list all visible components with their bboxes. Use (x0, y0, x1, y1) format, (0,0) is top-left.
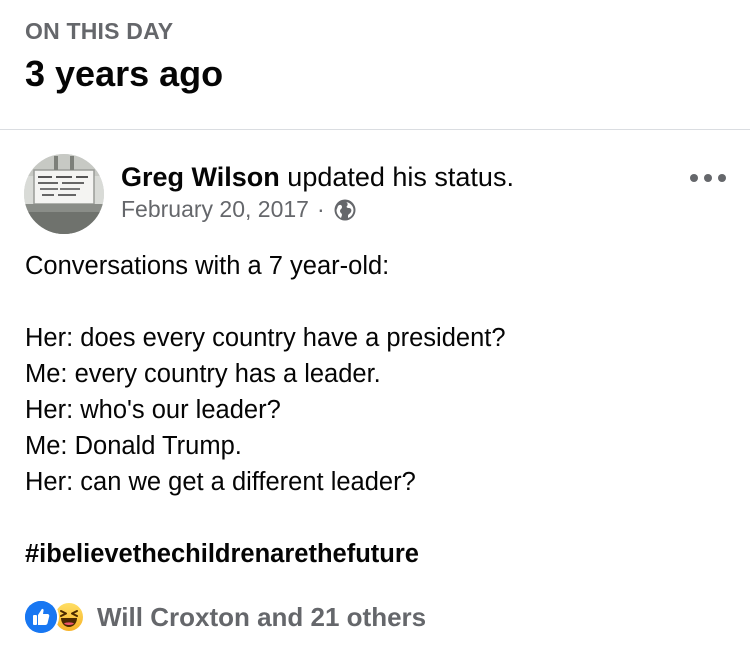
author-name[interactable]: Greg Wilson (121, 162, 280, 192)
memory-label: ON THIS DAY (25, 18, 174, 44)
hashtag-link[interactable]: #ibelievethechildrenarethefuture (25, 536, 725, 572)
post-header: Greg Wilson updated his status. (121, 160, 514, 194)
section-divider (0, 129, 750, 130)
memory-headline: 3 years ago (25, 53, 224, 94)
memory-header: ON THIS DAY 3 years ago (25, 18, 223, 95)
more-options-icon (690, 174, 698, 182)
post-body: Conversations with a 7 year-old: Her: do… (25, 248, 725, 572)
post-line: Me: every country has a leader. (25, 360, 381, 388)
haha-icon (53, 601, 85, 633)
more-options-icon (718, 174, 726, 182)
post-line: Conversations with a 7 year-old: (25, 252, 390, 280)
post-line: Her: who's our leader? (25, 396, 281, 424)
more-options-button[interactable] (690, 168, 726, 188)
post-line: Her: does every country have a president… (25, 324, 506, 352)
like-icon (25, 601, 57, 633)
post-meta: February 20, 2017 · (121, 196, 357, 223)
post-date[interactable]: February 20, 2017 (121, 196, 309, 223)
meta-separator: · (316, 196, 325, 222)
post-line: Her: can we get a different leader? (25, 468, 416, 496)
avatar-image (24, 154, 104, 234)
globe-icon[interactable] (333, 198, 357, 222)
reactions-bar[interactable]: Will Croxton and 21 others (25, 597, 426, 637)
author-avatar[interactable] (24, 154, 104, 234)
reaction-summary[interactable]: Will Croxton and 21 others (97, 602, 426, 633)
reaction-icons (25, 599, 91, 635)
more-options-icon (704, 174, 712, 182)
post-line: Me: Donald Trump. (25, 432, 242, 460)
post-action: updated his status. (287, 162, 514, 192)
